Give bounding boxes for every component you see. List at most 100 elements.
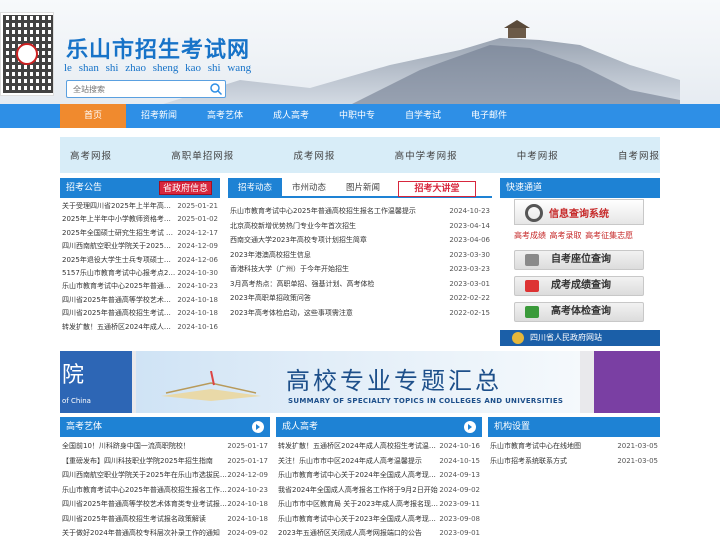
nav-adult-exam[interactable]: 成人高考 (258, 104, 324, 128)
list-item-title[interactable]: 关注！乐山市市中区2024年成人高考温馨提示 (276, 454, 422, 469)
list-item[interactable]: 关注！乐山市市中区2024年成人高考温馨提示 2024-10-15 (276, 454, 482, 469)
list-item[interactable]: 2025年上半年中小学教师资格考试（... 2025-01-02 (60, 213, 220, 226)
list-item[interactable]: 2025年退役大学生士兵专项硕士研究... 2024-12-06 (60, 254, 220, 267)
nav-home[interactable]: 首页 (60, 104, 126, 128)
list-item[interactable]: 转发扩散！五通桥区2024年成人高校招生考试温馨提示 2024-10-16 (276, 439, 482, 454)
exam-lecture-button[interactable]: 招考大讲堂 (398, 181, 476, 197)
exam-link-zikao[interactable]: 自考网报 (618, 148, 660, 162)
list-item-title[interactable]: 2025年退役大学生士兵专项硕士研究... (60, 254, 177, 267)
list-item[interactable]: 四川省2025年普通高等学校艺术体育类专业考试报名... 2024-10-18 (60, 497, 270, 512)
list-item-title[interactable]: 北京高校新增优势热门专业今年首次招生 (228, 219, 356, 234)
list-item-title[interactable]: 乐山市教育考试中心2025年普通高校招生报名工作温馨提示 (228, 204, 416, 219)
list-item-title[interactable]: 四川省2025年普通高校招生考试报名政策解读 (60, 512, 206, 527)
list-item-title[interactable]: 转发扩散！五通桥区2024年成人高校招生考试温馨提示 (276, 439, 439, 454)
list-item[interactable]: 乐山市教育考试中心2025年普通高校招生报名工作温馨提示 2024-10-23 (228, 204, 492, 219)
list-item-title[interactable]: 2023年高职单招政策问答 (228, 291, 311, 306)
exam-link-gaokao[interactable]: 高考网报 (70, 148, 112, 162)
list-item-title[interactable]: 关于做好2024年普通高校专科层次补录工作的通知 (60, 526, 220, 540)
exam-link-adult[interactable]: 成考网报 (293, 148, 335, 162)
list-item-title[interactable]: 香港科技大学（广州）于今年开始招生 (228, 262, 349, 277)
list-item-title[interactable]: 转发扩散！五通桥区2024年成人高校招... (60, 321, 177, 334)
list-item[interactable]: 乐山市教育考试中心2025年普通高校招生报名工作温... 2024-10-23 (60, 483, 270, 498)
info-query-button[interactable]: 信息查询系统 (514, 199, 644, 225)
list-item[interactable]: 四川省2025年普通高等学校艺术体育... 2024-10-18 (60, 294, 220, 307)
list-item[interactable]: 乐山市教育考试中心关于2023年全国成人高考现场确... 2023-09-08 (276, 512, 482, 527)
exam-link-zhongkao[interactable]: 中考网报 (517, 148, 559, 162)
list-item[interactable]: 乐山市市中区教育局 关于2023年成人高考报名现场... 2023-09-11 (276, 497, 482, 512)
list-item-title[interactable]: 乐山市教育考试中心2025年普通高校... (60, 280, 177, 293)
nav-vocational[interactable]: 中职中专 (324, 104, 390, 128)
list-item-title[interactable]: 全国前10！川科跻身中国一流高职院校！ (60, 439, 190, 454)
list-item-title[interactable]: 我省2024年全国成人高考报名工作将于9月2日开始 (276, 483, 438, 498)
list-item-title[interactable]: 乐山市教育考试中心关于2023年全国成人高考现场确... (276, 512, 439, 527)
list-item[interactable]: 乐山市教育考试中心在线地图 2021-03-05 (488, 439, 660, 454)
list-item[interactable]: 香港科技大学（广州）于今年开始招生 2023-03-23 (228, 262, 492, 277)
list-item-title[interactable]: 乐山市教育考试中心在线地图 (488, 439, 581, 454)
list-item-title[interactable]: 四川省2025年普通高等学校艺术体育... (60, 294, 177, 307)
list-item-title[interactable]: 乐山市招考系统联系方式 (488, 454, 567, 469)
list-item-title[interactable]: 乐山市教育考试中心关于2024年全国成人高考现场确... (276, 468, 439, 483)
art-more-icon[interactable] (252, 421, 264, 433)
list-item-title[interactable]: 5157乐山市教育考试中心报考点2025... (60, 267, 177, 280)
list-item-title[interactable]: 四川西南航空职业学院关于2025年在乐山市选拔民航... (60, 468, 227, 483)
list-item-title[interactable]: 2023年五通桥区关闭成人高考网报端口的公告 (276, 526, 422, 540)
list-item[interactable]: 乐山市教育考试中心2025年普通高校... 2024-10-23 (60, 280, 220, 293)
list-item-title[interactable]: 乐山市教育考试中心2025年普通高校招生报名工作温... (60, 483, 227, 498)
exam-link-single[interactable]: 高职单招网报 (171, 148, 234, 162)
list-item-title[interactable]: 乐山市市中区教育局 关于2023年成人高考报名现场... (276, 497, 439, 512)
list-item[interactable]: 四川西南航空职业学院关于2025年在... 2024-12-09 (60, 240, 220, 253)
list-item[interactable]: 四川西南航空职业学院关于2025年在乐山市选拔民航... 2024-12-09 (60, 468, 270, 483)
list-item-title[interactable]: 2025年全国硕士研究生招生考试 515... (60, 227, 177, 240)
tab-photo-news[interactable]: 图片新闻 (336, 178, 390, 198)
list-item-title[interactable]: 西南交通大学2023年高校专项计划招生简章 (228, 233, 367, 248)
list-item-title[interactable]: 【重磅发布】四川科技职业学院2025年招生指南 (60, 454, 213, 469)
topic-banner[interactable]: 院 of China 高校专业专题汇总 SUMMARY OF SPECIALTY… (60, 351, 660, 413)
list-item-title[interactable]: 2023年港澳高校招生信息 (228, 248, 311, 263)
list-item[interactable]: 关于受理四川省2025年上半年高等教... 2025-01-21 (60, 200, 220, 213)
list-item-title[interactable]: 2023年高考体检启动，这些事项需注意 (228, 306, 353, 321)
seat-query-button[interactable]: 自考座位查询 (514, 250, 644, 270)
nav-self-study[interactable]: 自学考试 (390, 104, 456, 128)
list-item[interactable]: 乐山市教育考试中心关于2024年全国成人高考现场确... 2024-09-13 (276, 468, 482, 483)
exam-link-xuekao[interactable]: 高中学考网报 (395, 148, 458, 162)
list-item-title[interactable]: 四川省2025年普通高等学校艺术体育类专业考试报名... (60, 497, 227, 512)
list-item-date: 2024-10-18 (227, 500, 268, 508)
list-item[interactable]: 我省2024年全国成人高考报名工作将于9月2日开始 2024-09-02 (276, 483, 482, 498)
list-item[interactable]: 【重磅发布】四川科技职业学院2025年招生指南 2025-01-17 (60, 454, 270, 469)
list-item[interactable]: 关于做好2024年普通高校专科层次补录工作的通知 2024-09-02 (60, 526, 270, 540)
search-icon[interactable] (209, 82, 223, 96)
nav-email[interactable]: 电子邮件 (456, 104, 522, 128)
list-item[interactable]: 四川省2025年普通高校招生考试报名政策解读 2024-10-18 (60, 512, 270, 527)
list-item[interactable]: 2023年五通桥区关闭成人高考网报端口的公告 2023-09-01 (276, 526, 482, 540)
news-panel: 招考动态 市州动态 图片新闻 招考大讲堂 乐山市教育考试中心2025年普通高校招… (228, 178, 492, 344)
list-item[interactable]: 3月高考热点：高职单招、强基计划、高考体检 2023-03-01 (228, 277, 492, 292)
list-item[interactable]: 乐山市招考系统联系方式 2021-03-05 (488, 454, 660, 469)
search-input[interactable] (67, 81, 203, 97)
score-query-button[interactable]: 成考成绩查询 (514, 276, 644, 296)
list-item-title[interactable]: 3月高考热点：高职单招、强基计划、高考体检 (228, 277, 374, 292)
list-item[interactable]: 转发扩散！五通桥区2024年成人高校招...2024-10-16 (60, 321, 220, 334)
list-item[interactable]: 四川省2025年普通高校招生考试报名... 2024-10-18 (60, 307, 220, 320)
nav-exam-news[interactable]: 招考新闻 (126, 104, 192, 128)
tab-city-news[interactable]: 市州动态 (282, 178, 336, 198)
list-item[interactable]: 2023年港澳高校招生信息 2023-03-30 (228, 248, 492, 263)
list-item-title[interactable]: 关于受理四川省2025年上半年高等教... (60, 200, 177, 213)
list-item[interactable]: 2023年高考体检启动，这些事项需注意 2022-02-15 (228, 306, 492, 321)
list-item-title[interactable]: 2025年上半年中小学教师资格考试（... (60, 213, 177, 226)
list-item-title[interactable]: 四川西南航空职业学院关于2025年在... (60, 240, 177, 253)
list-item[interactable]: 全国前10！川科跻身中国一流高职院校！ 2025-01-17 (60, 439, 270, 454)
list-item[interactable]: 2025年全国硕士研究生招生考试 515... 2024-12-17 (60, 227, 220, 240)
adult-more-icon[interactable] (464, 421, 476, 433)
list-item[interactable]: 西南交通大学2023年高校专项计划招生简章 2023-04-06 (228, 233, 492, 248)
gov-website-link[interactable]: 四川省人民政府网站 (500, 330, 660, 346)
list-item[interactable]: 2023年高职单招政策问答 2022-02-22 (228, 291, 492, 306)
tab-exam-news[interactable]: 招考动态 (228, 178, 283, 198)
org-title: 机构设置 (494, 422, 531, 432)
gov-info-badge[interactable]: 省政府信息 (158, 181, 212, 195)
list-item[interactable]: 北京高校新增优势热门专业今年首次招生 2023-04-14 (228, 219, 492, 234)
list-item-title[interactable]: 四川省2025年普通高校招生考试报名... (60, 307, 177, 320)
physical-query-button[interactable]: 高考体检查询 (514, 302, 644, 322)
quick-links[interactable]: 高考成绩 高考录取 高考征集志愿 (514, 230, 654, 241)
nav-art-sports[interactable]: 高考艺体 (192, 104, 258, 128)
list-item[interactable]: 5157乐山市教育考试中心报考点2025... 2024-10-30 (60, 267, 220, 280)
